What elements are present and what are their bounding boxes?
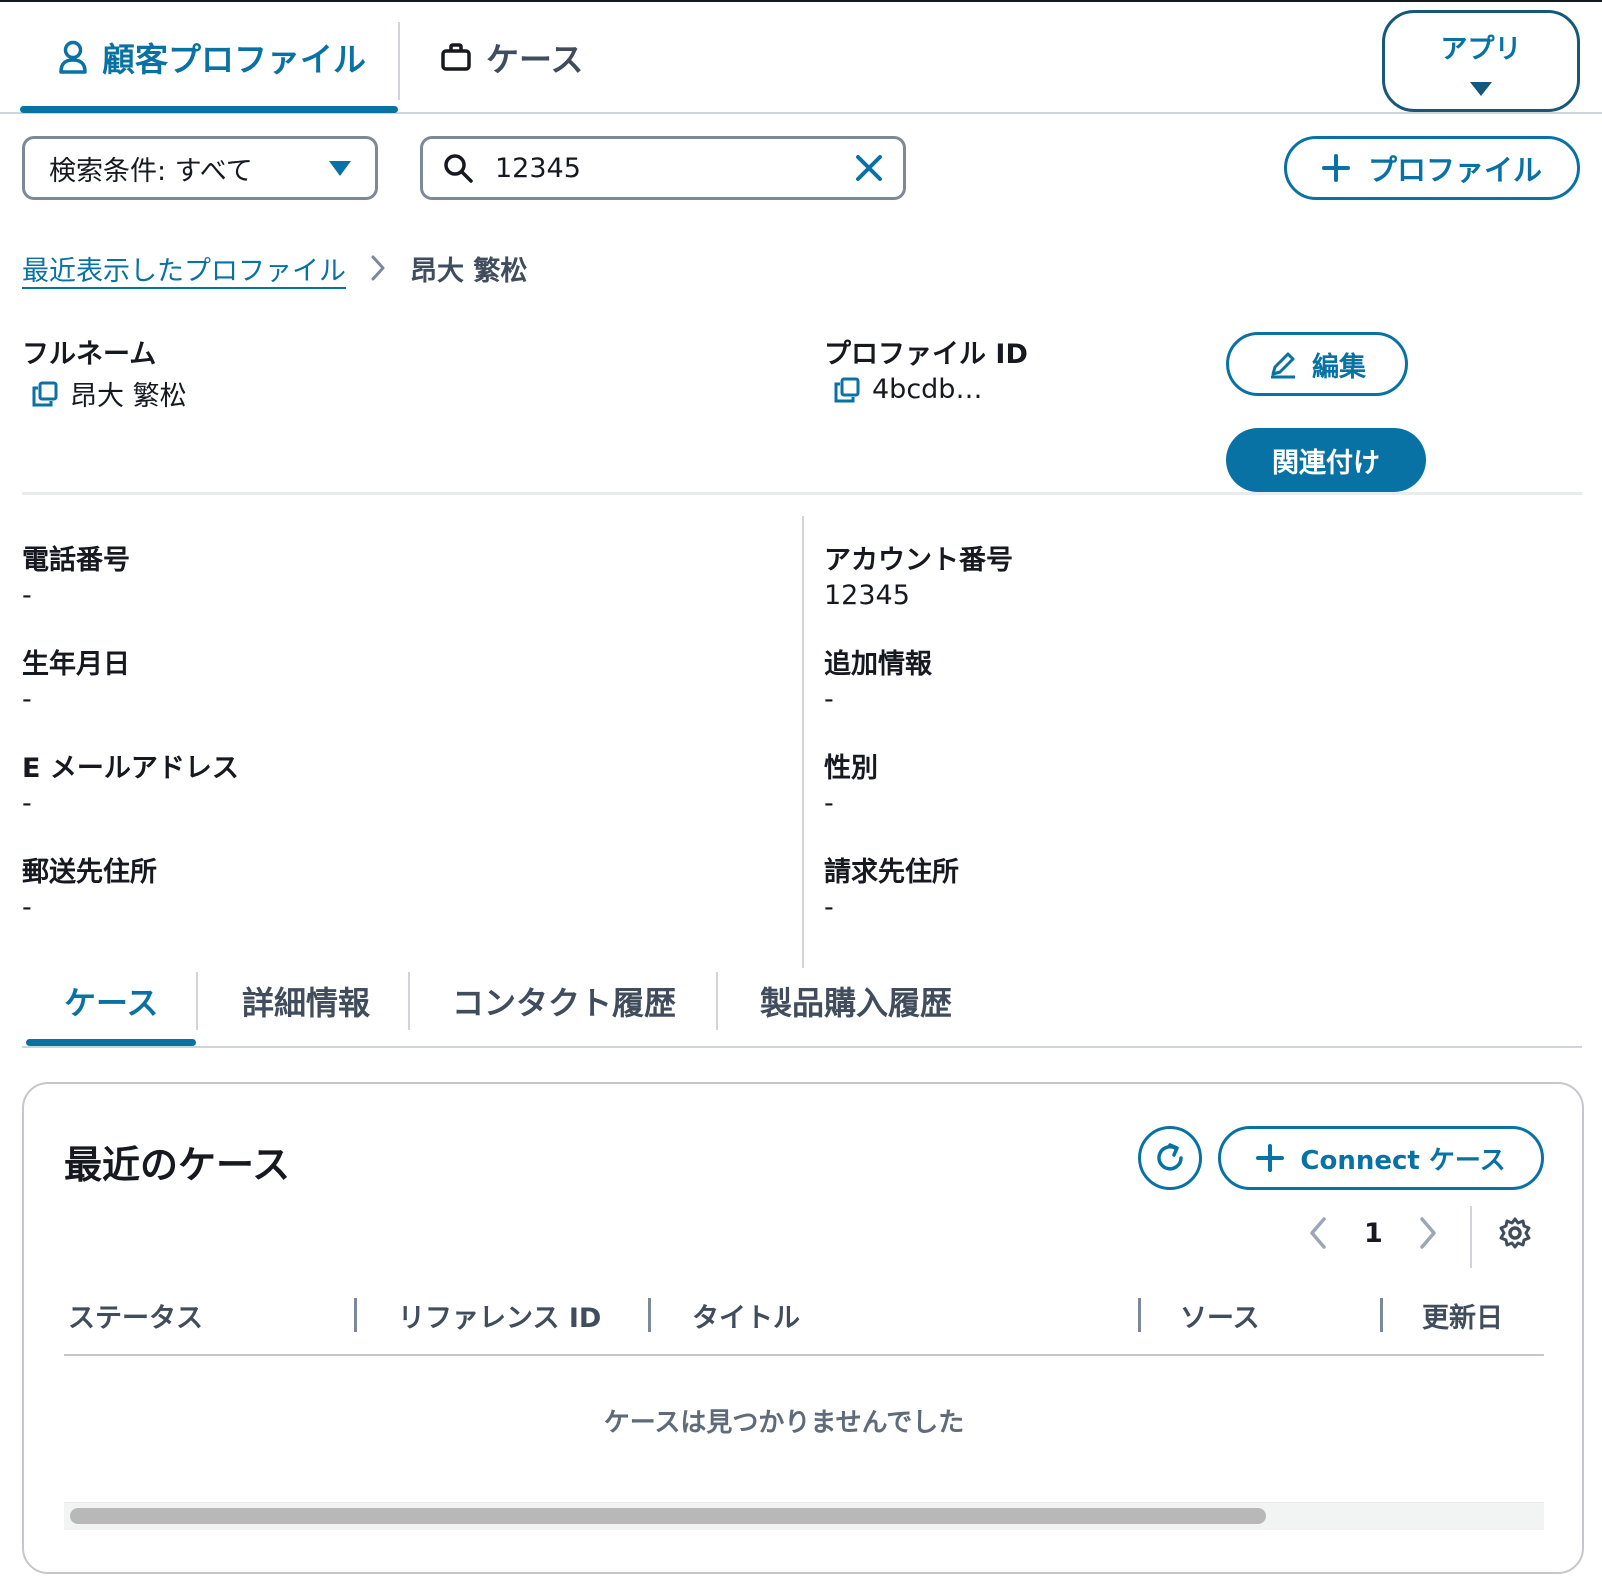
clear-icon[interactable] xyxy=(855,154,883,182)
tab-contact-history[interactable]: コンタクト履歴 xyxy=(452,966,676,1036)
edit-button[interactable]: 編集 xyxy=(1226,332,1408,396)
tab-inner-cases[interactable]: ケース xyxy=(64,966,158,1036)
copy-icon[interactable] xyxy=(834,377,860,403)
billing-address-label: 請求先住所 xyxy=(824,857,959,888)
tab-cases-label: ケース xyxy=(486,40,584,79)
full-name-text: 昂大 繁松 xyxy=(70,381,187,412)
breadcrumb-recent-profiles-link[interactable]: 最近表示したプロファイル xyxy=(22,249,346,288)
billing-address-value: - xyxy=(824,892,834,923)
search-field[interactable] xyxy=(420,136,906,200)
column-divider xyxy=(802,516,804,968)
email-label: E メールアドレス xyxy=(22,753,239,784)
full-name-value: 昂大 繁松 xyxy=(32,374,187,413)
column-header-status[interactable]: ステータス xyxy=(68,1296,203,1335)
caret-down-icon xyxy=(329,160,351,176)
refresh-icon xyxy=(1153,1141,1187,1175)
search-icon xyxy=(443,153,473,183)
copy-icon[interactable] xyxy=(32,381,58,407)
add-profile-label: プロファイル xyxy=(1367,153,1542,187)
active-tab-indicator xyxy=(20,106,398,113)
tab-purchase-history[interactable]: 製品購入履歴 xyxy=(760,966,952,1036)
gender-label: 性別 xyxy=(824,753,878,784)
gear-icon[interactable] xyxy=(1498,1216,1532,1250)
birthdate-value: - xyxy=(22,684,32,715)
column-resizer[interactable] xyxy=(354,1298,357,1332)
tab-divider xyxy=(408,972,410,1030)
tab-customer-profile[interactable]: 顧客プロファイル xyxy=(58,2,366,112)
additional-info-label: 追加情報 xyxy=(824,649,932,680)
mailing-address-value: - xyxy=(22,892,32,923)
plus-icon xyxy=(1256,1144,1285,1172)
full-name-label: フルネーム xyxy=(22,339,157,370)
search-filter-label: 検索条件: すべて xyxy=(49,155,253,187)
edit-button-label: 編集 xyxy=(1312,351,1366,383)
column-header-title[interactable]: タイトル xyxy=(692,1296,800,1335)
tab-divider xyxy=(196,972,198,1030)
tab-divider xyxy=(716,972,718,1030)
add-profile-button[interactable]: プロファイル xyxy=(1284,136,1580,200)
chevron-left-icon[interactable] xyxy=(1308,1216,1328,1250)
gender-value: - xyxy=(824,788,834,819)
profile-id-label: プロファイル ID xyxy=(824,339,1028,370)
table-header-divider xyxy=(64,1354,1544,1356)
associate-button[interactable]: 関連付け xyxy=(1226,428,1426,492)
pencil-icon xyxy=(1268,349,1298,379)
refresh-button[interactable] xyxy=(1138,1126,1202,1190)
column-header-reference-id[interactable]: リファレンス ID xyxy=(398,1296,601,1335)
birthdate-label: 生年月日 xyxy=(22,649,130,680)
account-number-value: 12345 xyxy=(824,580,910,611)
pager-divider xyxy=(1470,1206,1472,1268)
apps-button-label: アプリ xyxy=(1440,34,1522,65)
column-header-updated[interactable]: 更新日 xyxy=(1422,1296,1503,1335)
recent-cases-panel: 最近のケース Connect ケース 1 ステータス リファレンス ID タイト… xyxy=(22,1082,1584,1574)
breadcrumb-current: 昂大 繁松 xyxy=(410,255,528,287)
scrollbar-thumb[interactable] xyxy=(70,1508,1266,1524)
caret-down-icon xyxy=(1470,82,1492,96)
tab-cases[interactable]: ケース xyxy=(440,2,583,112)
email-value: - xyxy=(22,788,32,819)
associate-button-label: 関連付け xyxy=(1272,447,1380,479)
connect-case-button[interactable]: Connect ケース xyxy=(1218,1126,1544,1190)
phone-label: 電話番号 xyxy=(22,545,130,576)
search-input[interactable] xyxy=(495,152,835,184)
page-number[interactable]: 1 xyxy=(1364,1218,1383,1249)
profile-id-text: 4bcdb… xyxy=(872,374,983,405)
chevron-right-icon xyxy=(370,254,386,282)
section-divider xyxy=(22,492,1582,495)
column-header-source[interactable]: ソース xyxy=(1180,1296,1260,1335)
additional-info-value: - xyxy=(824,684,834,715)
phone-value: - xyxy=(22,580,32,611)
top-tab-bar: 顧客プロファイル ケース アプリ xyxy=(0,2,1602,114)
tab-details[interactable]: 詳細情報 xyxy=(242,966,370,1036)
column-resizer[interactable] xyxy=(1138,1298,1141,1332)
apps-dropdown-button[interactable]: アプリ xyxy=(1382,10,1580,112)
mailing-address-label: 郵送先住所 xyxy=(22,857,157,888)
account-number-label: アカウント番号 xyxy=(824,545,1013,576)
column-resizer[interactable] xyxy=(1380,1298,1383,1332)
column-resizer[interactable] xyxy=(648,1298,651,1332)
profile-tab-bar: ケース 詳細情報 コンタクト履歴 製品購入履歴 xyxy=(22,966,1582,1048)
plus-icon xyxy=(1321,154,1350,182)
user-icon xyxy=(58,40,88,74)
chevron-right-icon[interactable] xyxy=(1418,1216,1438,1250)
empty-table-message: ケースは見つかりませんでした xyxy=(603,1408,965,1438)
profile-id-value: 4bcdb… xyxy=(834,374,982,405)
active-tab-indicator xyxy=(26,1039,196,1046)
briefcase-icon xyxy=(440,42,472,72)
search-filter-select[interactable]: 検索条件: すべて xyxy=(22,136,378,200)
tab-customer-profile-label: 顧客プロファイル xyxy=(102,40,366,79)
tab-divider xyxy=(398,22,400,100)
connect-case-label: Connect ケース xyxy=(1300,1145,1506,1176)
breadcrumb: 最近表示したプロファイル 昂大 繁松 xyxy=(22,248,527,288)
panel-title: 最近のケース xyxy=(64,1143,291,1187)
